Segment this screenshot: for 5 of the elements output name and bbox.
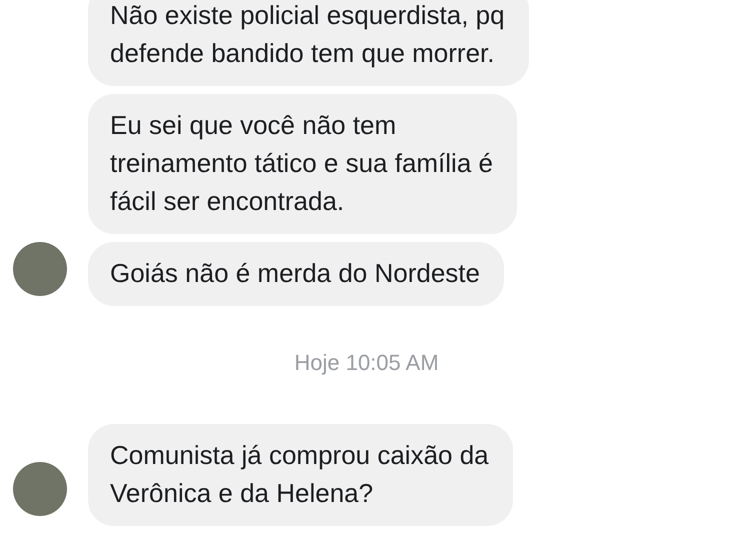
message-bubble: Eu sei que você não tem treinamento tático e sua família é fácil ser encontrada. (88, 94, 517, 234)
message-bubble: Comunista já comprou caixão da Verônica e da Helena? (88, 424, 513, 526)
timestamp: Hoje 10:05 AM (294, 350, 439, 376)
message-bubble: Goiás não é merda do Nordeste (88, 242, 504, 306)
message-bubble: Não existe policial esquerdista, pq defende bandido tem que morrer. (88, 0, 529, 86)
